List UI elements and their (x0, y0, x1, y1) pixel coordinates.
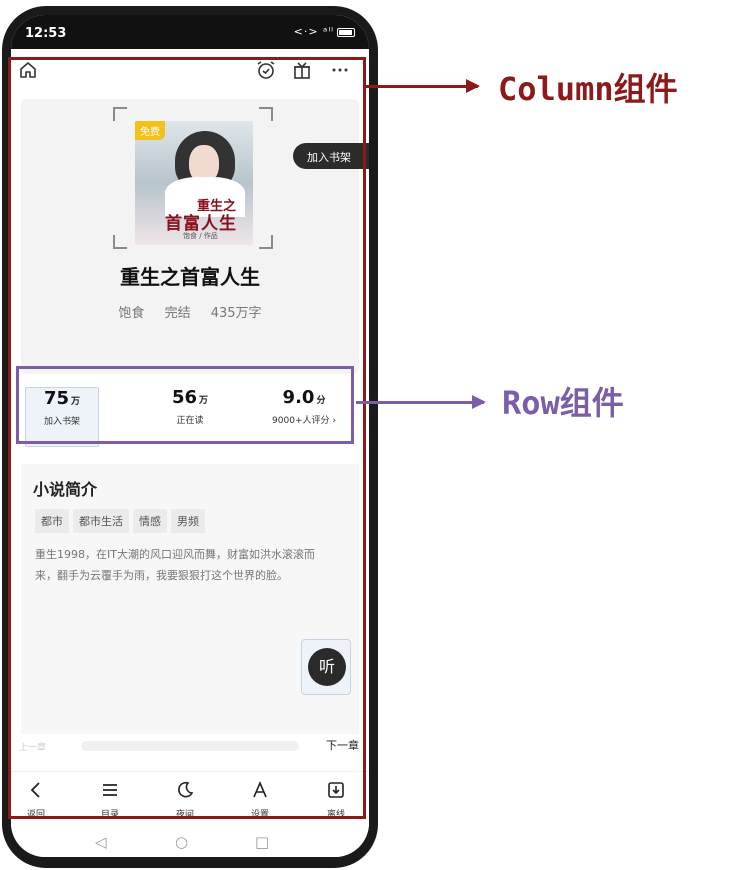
system-back-icon[interactable]: ◁ (95, 833, 107, 851)
status-time: 12:53 (25, 26, 67, 41)
row-annotation-label: Row组件 (502, 384, 624, 422)
system-home-icon[interactable]: ○ (175, 833, 188, 851)
status-bar: 12:53 <·> ᵃˡˡ (11, 15, 369, 49)
row-arrow-icon (356, 395, 486, 409)
column-annotation-label: Column组件 (498, 70, 678, 108)
system-recents-icon[interactable]: □ (255, 833, 269, 851)
column-arrow-icon (366, 79, 480, 93)
battery-icon (337, 27, 355, 37)
signal-icon: <·> ᵃˡˡ (294, 25, 355, 38)
system-nav-bar: ◁ ○ □ (11, 829, 369, 857)
row-annotation-box (16, 366, 354, 444)
